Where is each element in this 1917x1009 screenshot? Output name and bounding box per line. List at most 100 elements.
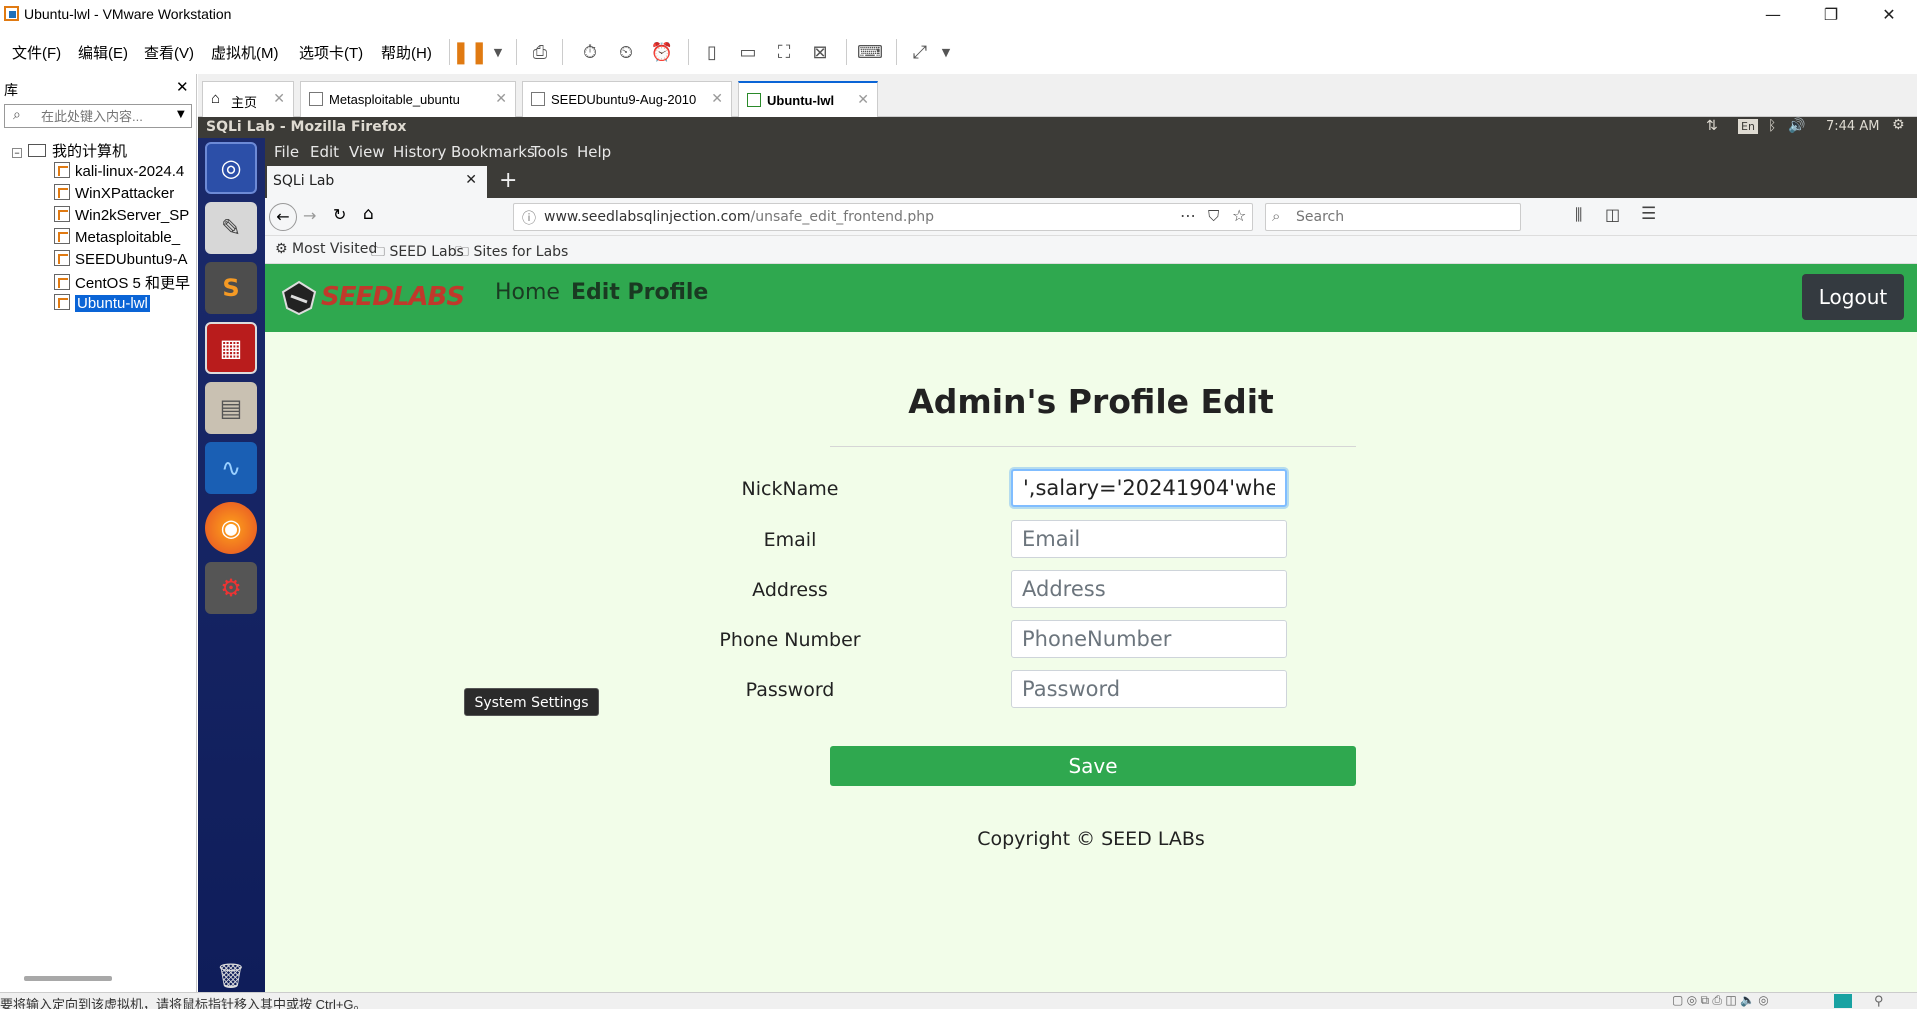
email-input[interactable] — [1011, 520, 1287, 558]
device-icons[interactable]: ▢ ◎ ⧉ ⎙ ◫ 🔈 ◎ — [1672, 993, 1769, 1008]
close-icon[interactable]: ✕ — [857, 91, 869, 108]
menu-file[interactable]: 文件(F) — [12, 42, 61, 63]
tab-home[interactable]: ⌂ 主页 ✕ — [202, 81, 294, 117]
menu-vm[interactable]: 虚拟机(M) — [211, 42, 279, 63]
guest-screen[interactable]: SQLi Lab - Mozilla Firefox ⇅ En ᛒ 🔊 7:44… — [198, 117, 1917, 992]
tab-ubuntu-lwl[interactable]: Ubuntu-lwl ✕ — [738, 81, 878, 117]
bluetooth-icon[interactable]: ᛒ — [1768, 118, 1776, 134]
menu-edit[interactable]: 编辑(E) — [78, 42, 128, 63]
tab-metasploitable[interactable]: Metasploitable_ubuntu ✕ — [300, 81, 516, 117]
nickname-input[interactable] — [1011, 469, 1287, 507]
terminal-icon[interactable]: ▦ — [205, 322, 257, 374]
revert-snapshot-icon[interactable]: ⏲ — [612, 38, 640, 66]
network-icon[interactable]: ⇅ — [1706, 118, 1718, 134]
restore-icon[interactable]: ❐ — [1802, 0, 1860, 29]
stretch-icon[interactable]: ⤢ — [906, 38, 934, 66]
chevron-down-icon[interactable]: ▼ — [484, 38, 512, 66]
menu-view[interactable]: 查看(V) — [144, 42, 194, 63]
close-icon[interactable]: ✕ — [273, 90, 285, 107]
files-icon[interactable]: ▤ — [205, 382, 257, 434]
nav-home[interactable]: Home — [495, 280, 560, 305]
close-icon[interactable]: ✕ — [1860, 0, 1917, 29]
system-settings-icon[interactable]: ⚙ — [205, 562, 257, 614]
close-icon[interactable]: ✕ — [711, 90, 723, 107]
seed-labs-logo[interactable]: SEEDLABS — [281, 276, 465, 320]
page-actions-icon[interactable]: ⋯ — [1180, 206, 1196, 225]
text-editor-icon[interactable]: ✎ — [205, 202, 257, 254]
close-icon[interactable]: ✕ — [176, 78, 189, 96]
search-input[interactable] — [1294, 208, 1504, 226]
send-ctrl-alt-del-icon[interactable]: ⎙ — [526, 38, 554, 66]
nav-edit-profile[interactable]: Edit Profile — [571, 280, 708, 305]
ff-menu-edit[interactable]: Edit — [310, 143, 339, 161]
minimize-icon[interactable]: — — [1744, 0, 1802, 29]
vm-device-icon[interactable] — [1834, 994, 1852, 1008]
ff-menu-history[interactable]: History — [393, 143, 446, 161]
save-button[interactable]: Save — [830, 746, 1356, 786]
clock[interactable]: 7:44 AM — [1826, 119, 1879, 134]
volume-icon[interactable]: 🔊 — [1788, 118, 1805, 134]
tree-item-vm[interactable]: Metasploitable_ — [54, 228, 197, 250]
firefox-tab-sqli-lab[interactable]: SQLi Lab ✕ — [267, 166, 487, 198]
console-icon[interactable]: ⌨ — [856, 38, 884, 66]
dash-icon[interactable]: ◎ — [205, 142, 257, 194]
phone-input[interactable] — [1011, 620, 1287, 658]
password-input[interactable] — [1011, 670, 1287, 708]
chevron-down-icon[interactable]: ▼ — [932, 38, 960, 66]
tab-seedubuntu[interactable]: SEEDUbuntu9-Aug-2010 ✕ — [522, 81, 732, 117]
sidebar-icon[interactable]: ◫ — [1605, 205, 1620, 224]
search-bar[interactable]: ⌕ — [1265, 203, 1521, 231]
close-icon[interactable]: ✕ — [465, 172, 477, 188]
menu-help[interactable]: 帮助(H) — [381, 42, 432, 63]
ff-menu-help[interactable]: Help — [577, 143, 611, 161]
back-icon[interactable]: ← — [269, 203, 297, 231]
tree-root[interactable]: − 我的计算机 — [12, 140, 127, 162]
address-input[interactable] — [1011, 570, 1287, 608]
ff-menu-view[interactable]: View — [349, 143, 385, 161]
sidebar-toggle-icon[interactable]: ▯ — [698, 38, 726, 66]
bookmark-star-icon[interactable]: ☆ — [1232, 206, 1246, 225]
gear-icon[interactable]: ⚙ — [1892, 117, 1905, 133]
bookmark-sites-for-labs[interactable]: 🗀 Sites for Labs — [455, 241, 568, 265]
sublime-text-icon[interactable]: S — [205, 262, 257, 314]
firefox-icon[interactable]: ◉ — [205, 502, 257, 554]
pocket-icon[interactable]: ⛉ — [1208, 207, 1219, 225]
unity-mode-icon[interactable]: ⊠ — [806, 38, 834, 66]
tree-item-vm[interactable]: Win2kServer_SP — [54, 206, 197, 228]
full-screen-icon[interactable]: ⛶ — [770, 38, 798, 66]
tree-item-vm-selected[interactable]: Ubuntu-lwl — [54, 294, 197, 316]
message-icon[interactable]: ⚲ — [1874, 993, 1884, 1009]
keyboard-indicator[interactable]: En — [1738, 119, 1758, 134]
ff-menu-file[interactable]: File — [274, 143, 299, 161]
forward-icon[interactable]: → — [303, 206, 316, 225]
tree-item-vm[interactable]: kali-linux-2024.4 — [54, 162, 197, 184]
collapse-icon[interactable]: − — [12, 148, 22, 158]
trash-icon[interactable]: 🗑 — [205, 950, 257, 992]
horizontal-scrollbar[interactable] — [24, 976, 112, 981]
pause-icon[interactable]: ❚❚ — [452, 38, 489, 66]
close-icon[interactable]: ✕ — [495, 90, 507, 107]
tree-item-vm[interactable]: SEEDUbuntu9-A — [54, 250, 197, 272]
ff-menu-tools[interactable]: Tools — [531, 143, 568, 161]
snapshot-icon[interactable]: ⏱ — [576, 38, 604, 66]
hamburger-menu-icon[interactable]: ☰ — [1641, 204, 1656, 224]
thumbnail-bar-icon[interactable]: ▭ — [734, 38, 762, 66]
tree-item-vm[interactable]: WinXPattacker — [54, 184, 197, 206]
tree-item-vm[interactable]: CentOS 5 和更早 — [54, 272, 197, 294]
bookmark-most-visited[interactable]: ⚙ Most Visited — [275, 241, 377, 257]
library-icon[interactable]: ⫼ — [1575, 205, 1582, 225]
reload-icon[interactable]: ↻ — [333, 205, 346, 224]
library-search[interactable]: ⌕ ▼ — [4, 104, 192, 128]
library-search-input[interactable] — [39, 107, 167, 125]
chevron-down-icon[interactable]: ▼ — [177, 109, 185, 120]
new-tab-icon[interactable]: + — [499, 168, 517, 193]
logout-button[interactable]: Logout — [1802, 274, 1904, 320]
ff-menu-bookmarks[interactable]: Bookmarks — [451, 143, 535, 161]
menu-tabs[interactable]: 选项卡(T) — [299, 42, 363, 63]
info-icon[interactable]: ⓘ — [522, 208, 536, 228]
url-bar[interactable]: ⓘ www.seedlabsqlinjection.com/unsafe_edi… — [513, 203, 1253, 231]
bookmark-seed-labs[interactable]: 🗀 SEED Labs — [371, 241, 464, 265]
snapshot-manager-icon[interactable]: ⏰ — [648, 38, 676, 66]
wireshark-icon[interactable]: ∿ — [205, 442, 257, 494]
home-icon[interactable]: ⌂ — [363, 204, 374, 224]
